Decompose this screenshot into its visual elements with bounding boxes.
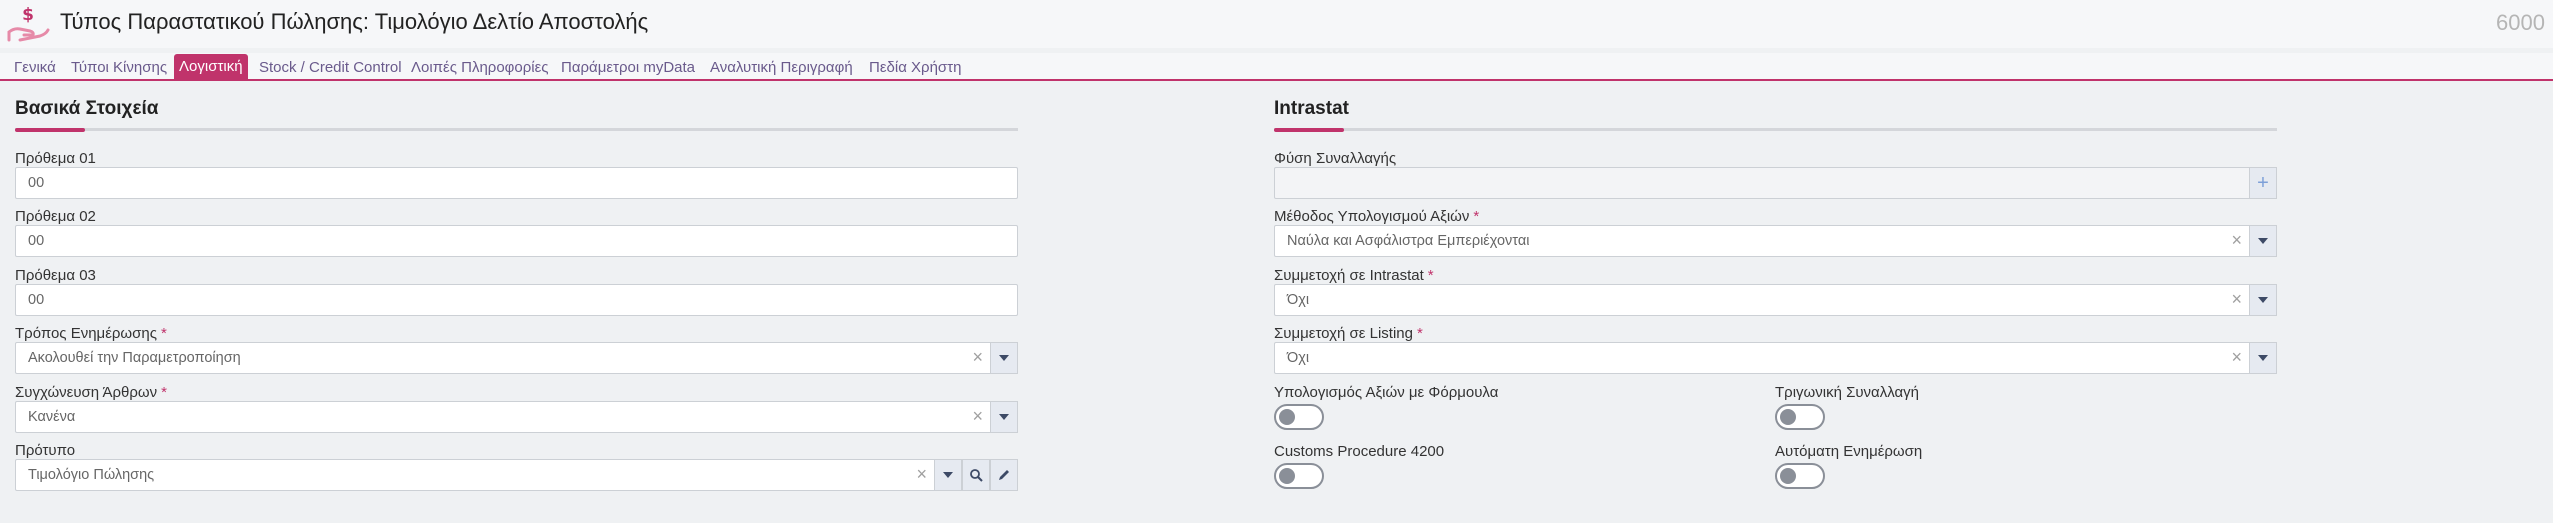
prefix-02-value: 00: [28, 233, 45, 249]
section-title-basic: Βασικά Στοιχεία: [15, 98, 159, 119]
tab-movement-types[interactable]: Τύποι Κίνησης: [66, 55, 172, 80]
required-marker: *: [1416, 325, 1423, 342]
prefix-01-value: 00: [28, 175, 45, 191]
toggle-knob: [1780, 468, 1796, 484]
tab-general[interactable]: Γενικά: [9, 55, 61, 80]
section-accent: [15, 128, 85, 132]
intrastat-participation-value: Όχι: [1287, 292, 1310, 308]
triangular-label: Τριγωνική Συναλλαγή: [1775, 384, 1920, 401]
template-select[interactable]: Τιμολόγιο Πώλησης ×: [15, 459, 1018, 491]
toggle-knob: [1780, 409, 1796, 425]
chevron-down-icon[interactable]: [990, 342, 1018, 374]
required-marker: *: [1473, 208, 1480, 225]
merge-items-select[interactable]: Κανένα ×: [15, 401, 1018, 433]
tab-mydata-params[interactable]: Παράμετροι myData: [556, 55, 700, 80]
prefix-01-input[interactable]: 00: [15, 167, 1018, 199]
merge-items-value: Κανένα: [28, 409, 76, 425]
required-marker: *: [161, 384, 167, 401]
search-icon[interactable]: [962, 459, 990, 491]
chevron-down-icon[interactable]: [2249, 225, 2277, 257]
chevron-down-icon[interactable]: [2249, 342, 2277, 374]
clear-icon[interactable]: ×: [2231, 289, 2242, 310]
page-title: Τύπος Παραστατικού Πώλησης: Τιμολόγιο Δε…: [60, 9, 649, 34]
clear-icon[interactable]: ×: [2231, 347, 2242, 368]
clear-icon[interactable]: ×: [916, 464, 927, 485]
money-hand-icon: $: [6, 2, 50, 44]
tab-other-info[interactable]: Λοιπές Πληροφορίες: [406, 55, 554, 80]
formula-calc-toggle[interactable]: [1274, 404, 1324, 430]
listing-participation-label-text: Συμμετοχή σε Listing: [1274, 325, 1413, 342]
prefix-03-input[interactable]: 00: [15, 284, 1018, 316]
prefix-02-input[interactable]: 00: [15, 225, 1018, 257]
template-label: Πρότυπο: [15, 442, 76, 459]
listing-participation-value: Όχι: [1287, 350, 1310, 366]
section-divider: [1274, 128, 2277, 131]
tab-stock-credit-control[interactable]: Stock / Credit Control: [254, 55, 407, 80]
formula-calc-label: Υπολογισμός Αξιών με Φόρμουλα: [1274, 384, 1499, 401]
tab-bar: Γενικά Τύποι Κίνησης Λογιστική Stock / C…: [0, 53, 2553, 81]
required-marker: *: [160, 325, 167, 342]
value-method-label-text: Μέθοδος Υπολογισμού Αξιών: [1274, 208, 1470, 225]
intrastat-participation-label: Συμμετοχή σε Intrastat *: [1274, 267, 1434, 284]
template-value: Τιμολόγιο Πώλησης: [28, 467, 155, 483]
tab-accounting[interactable]: Λογιστική: [174, 54, 248, 81]
listing-participation-label: Συμμετοχή σε Listing *: [1274, 325, 1423, 342]
value-method-select[interactable]: Ναύλα και Ασφάλιστρα Εμπεριέχονται ×: [1274, 225, 2277, 257]
update-mode-label: Τρόπος Ενημέρωσης *: [15, 325, 167, 342]
auto-update-toggle[interactable]: [1775, 463, 1825, 489]
tab-detailed-description[interactable]: Αναλυτική Περιγραφή: [705, 55, 858, 80]
svg-text:$: $: [22, 5, 34, 25]
clear-icon[interactable]: ×: [972, 406, 983, 427]
toggle-knob: [1279, 409, 1295, 425]
chevron-down-icon[interactable]: [934, 459, 962, 491]
update-mode-select[interactable]: Ακολουθεί την Παραμετροποίηση ×: [15, 342, 1018, 374]
merge-items-label-text: Συγχώνευση Άρθρων: [15, 384, 158, 401]
prefix-01-label: Πρόθεμα 01: [15, 150, 96, 167]
prefix-02-label: Πρόθεμα 02: [15, 208, 96, 225]
prefix-03-label: Πρόθεμα 03: [15, 267, 96, 284]
value-method-label: Μέθοδος Υπολογισμού Αξιών *: [1274, 208, 1479, 225]
update-mode-label-text: Τρόπος Ενημέρωσης: [15, 325, 157, 342]
chevron-down-icon[interactable]: [2249, 284, 2277, 316]
record-number: 6000: [2496, 10, 2545, 35]
plus-icon[interactable]: +: [2249, 167, 2277, 199]
customs-procedure-toggle[interactable]: [1274, 463, 1324, 489]
required-marker: *: [1427, 267, 1434, 284]
update-mode-value: Ακολουθεί την Παραμετροποίηση: [28, 350, 241, 366]
page-header: $ Τύπος Παραστατικού Πώλησης: Τιμολόγιο …: [0, 0, 2553, 48]
intrastat-participation-select[interactable]: Όχι ×: [1274, 284, 2277, 316]
merge-items-label: Συγχώνευση Άρθρων *: [15, 384, 167, 401]
prefix-03-value: 00: [28, 292, 45, 308]
listing-participation-select[interactable]: Όχι ×: [1274, 342, 2277, 374]
customs-procedure-label: Customs Procedure 4200: [1274, 443, 1445, 460]
chevron-down-icon[interactable]: [990, 401, 1018, 433]
transaction-nature-input[interactable]: +: [1274, 167, 2277, 199]
section-accent: [1274, 128, 1344, 132]
triangular-toggle[interactable]: [1775, 404, 1825, 430]
tab-user-fields[interactable]: Πεδία Χρήστη: [864, 55, 966, 80]
auto-update-label: Αυτόματη Ενημέρωση: [1775, 443, 1923, 460]
section-divider: [15, 128, 1018, 131]
toggle-knob: [1279, 468, 1295, 484]
transaction-nature-label: Φύση Συναλλαγής: [1274, 150, 1397, 167]
value-method-value: Ναύλα και Ασφάλιστρα Εμπεριέχονται: [1287, 233, 1530, 249]
clear-icon[interactable]: ×: [972, 347, 983, 368]
pencil-icon[interactable]: [990, 459, 1018, 491]
clear-icon[interactable]: ×: [2231, 230, 2242, 251]
section-title-intrastat: Intrastat: [1274, 98, 1349, 119]
intrastat-participation-label-text: Συμμετοχή σε Intrastat: [1274, 267, 1424, 284]
